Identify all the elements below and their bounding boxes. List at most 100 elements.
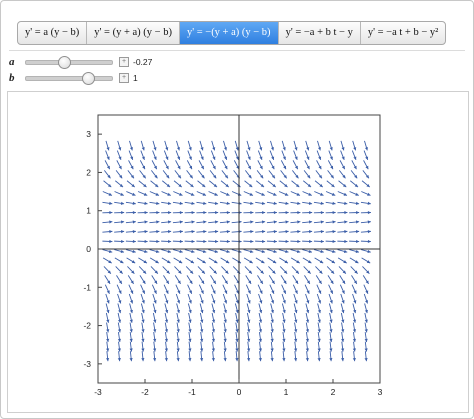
slope-arrow (222, 160, 228, 170)
slope-arrow (325, 201, 336, 205)
slope-arrow (303, 266, 311, 274)
tab-equation-2[interactable]: y' = (y + a) (y − b) (87, 22, 180, 44)
expand-a-icon[interactable]: + (119, 57, 129, 67)
slope-arrow (208, 220, 219, 224)
slope-arrow (349, 249, 360, 253)
slope-arrow (361, 191, 371, 196)
slope-arrow (266, 210, 277, 215)
slope-arrow (233, 160, 240, 170)
slope-arrow (361, 180, 371, 188)
slope-arrow (164, 303, 169, 314)
slope-arrow (256, 266, 264, 274)
slope-arrow (114, 210, 125, 215)
slope-arrow (305, 140, 310, 151)
slope-arrow (199, 140, 204, 151)
slope-arrow (161, 257, 171, 264)
slope-arrow (197, 170, 205, 179)
demonstration-panel: y' = a (y − b) y' = (y + a) (y − b) y' =… (0, 0, 474, 419)
slope-arrow (176, 303, 180, 314)
slope-arrow (162, 266, 170, 274)
slope-arrow (161, 180, 171, 188)
slope-arrow (231, 220, 242, 224)
slope-arrow (268, 266, 276, 274)
slope-arrow (267, 257, 277, 264)
slope-arrow (184, 201, 195, 205)
slope-arrow (303, 170, 311, 179)
slope-arrow (337, 191, 348, 196)
slider-a-thumb[interactable] (58, 55, 72, 69)
slope-arrow (255, 230, 266, 234)
slope-arrow (117, 332, 122, 343)
slider-b-thumb[interactable] (82, 71, 96, 85)
slope-arrow (266, 239, 277, 244)
slope-arrow (174, 275, 181, 285)
slope-arrow (164, 341, 168, 352)
divider (9, 50, 465, 51)
slope-arrow (338, 180, 347, 188)
slope-arrow (103, 266, 112, 274)
slope-arrow (305, 351, 309, 362)
slope-arrow (137, 249, 148, 253)
slope-arrow (129, 341, 133, 352)
slope-arrow (349, 191, 359, 196)
slope-arrow (349, 180, 359, 188)
slope-arrow (329, 341, 333, 352)
slope-arrow (140, 303, 145, 314)
slope-arrow (149, 249, 160, 253)
direction-field (102, 140, 371, 362)
slope-arrow (129, 303, 133, 314)
slope-arrow (352, 140, 357, 151)
slope-arrow (152, 150, 157, 161)
slope-arrow (137, 230, 148, 234)
slope-arrow (302, 257, 312, 264)
slope-arrow (234, 303, 239, 314)
slope-arrow (152, 312, 157, 323)
slope-arrow (258, 312, 263, 323)
x-tick-label: -3 (94, 387, 102, 397)
tab-equation-5[interactable]: y' = −a t + b − y² (361, 22, 445, 44)
slope-arrow (208, 180, 218, 188)
slider-a-track[interactable] (25, 55, 113, 69)
slope-arrow (137, 191, 148, 196)
slope-arrow (305, 332, 310, 343)
slope-arrow (102, 191, 113, 196)
slope-arrow (314, 180, 324, 188)
slope-arrow (360, 249, 371, 253)
slope-arrow (129, 312, 133, 323)
tab-equation-1[interactable]: y' = a (y − b) (18, 22, 88, 44)
slope-arrow (294, 341, 298, 352)
slope-arrow (161, 239, 172, 244)
slope-arrow (313, 210, 324, 215)
x-tick-label: 3 (378, 387, 383, 397)
slope-arrow (106, 322, 110, 333)
slope-arrow (245, 160, 252, 170)
tab-equation-4[interactable]: y' = −a + b t − y (279, 22, 361, 44)
slope-arrow (231, 249, 242, 253)
tab-equation-3[interactable]: y' = −(y + a) (y − b) (179, 22, 279, 44)
slope-arrow (270, 341, 274, 352)
slope-arrow (222, 293, 228, 304)
slope-arrow (210, 150, 216, 161)
slope-arrow (128, 160, 134, 170)
slope-arrow (223, 322, 227, 333)
slope-arrow (117, 140, 122, 151)
slope-arrow (141, 332, 145, 343)
expand-b-icon[interactable]: + (119, 73, 129, 83)
slope-arrow (280, 170, 288, 179)
slope-arrow (220, 257, 230, 264)
slope-arrow (102, 239, 113, 244)
slope-arrow (325, 230, 336, 234)
slope-arrow (302, 201, 313, 205)
slope-arrow (115, 266, 123, 274)
slider-b-track[interactable] (25, 71, 113, 85)
slope-arrow (338, 170, 346, 179)
slope-arrow (152, 303, 157, 314)
slope-arrow (164, 332, 169, 343)
slope-arrow (255, 201, 266, 205)
slope-arrow (279, 180, 288, 188)
slope-arrow (103, 170, 111, 179)
slope-arrow (138, 266, 147, 274)
slope-arrow (352, 322, 357, 333)
slope-arrow (317, 351, 321, 362)
slope-arrow (235, 332, 239, 343)
